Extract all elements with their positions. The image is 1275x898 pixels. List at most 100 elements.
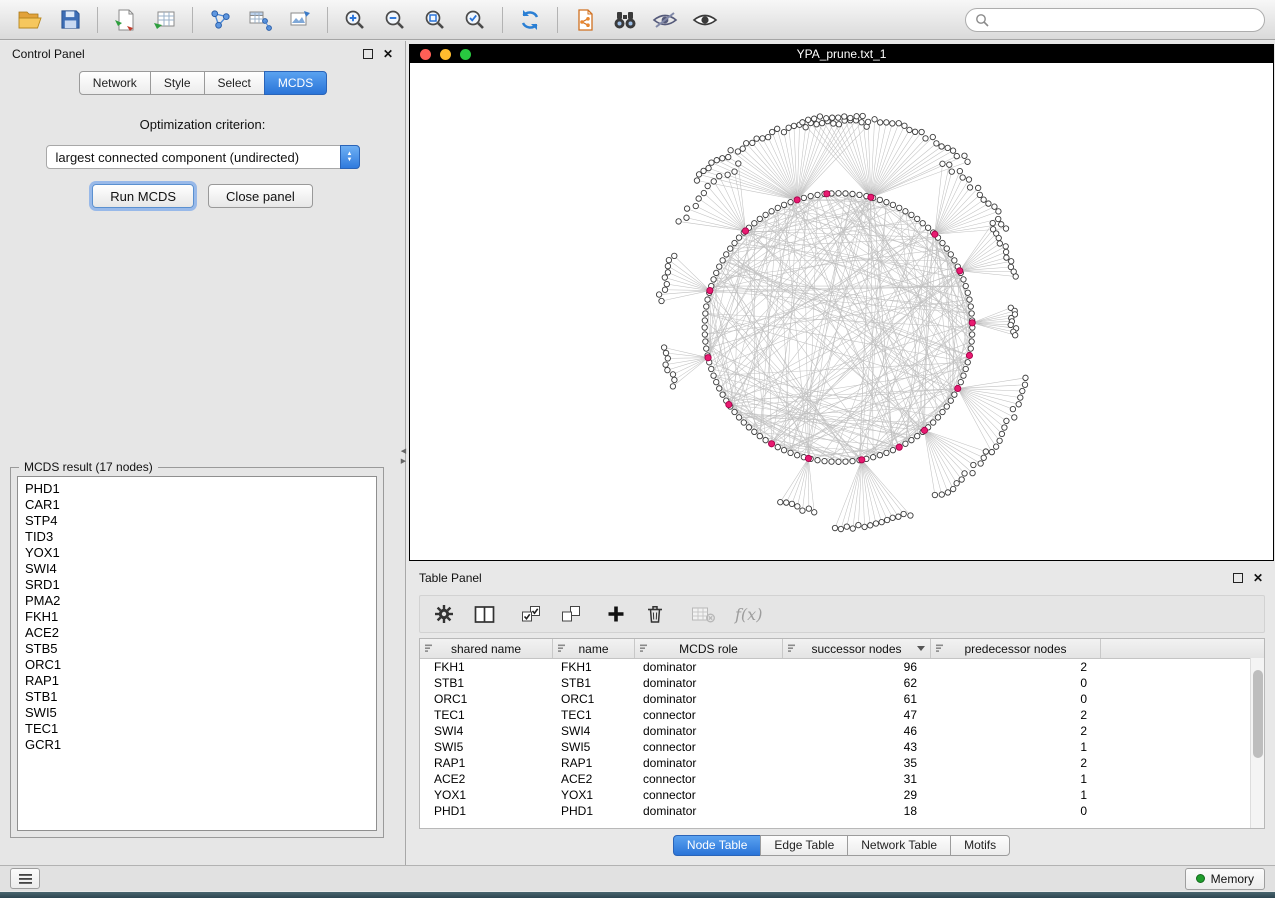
mcds-result-item[interactable]: GCR1 <box>18 737 376 753</box>
zoom-window-button[interactable] <box>460 49 471 60</box>
tab-network-table[interactable]: Network Table <box>847 835 951 856</box>
cytoscape-window: Control Panel ✕ Network Style Select MCD… <box>0 0 1275 898</box>
table-row[interactable]: SWI4SWI4dominator462 <box>420 723 1264 739</box>
select-all-rows-button[interactable] <box>521 605 541 623</box>
column-header-name[interactable]: name <box>553 639 635 658</box>
network-canvas[interactable] <box>410 63 1273 560</box>
mcds-result-item[interactable]: ORC1 <box>18 657 376 673</box>
create-column-button[interactable] <box>607 605 625 623</box>
optimization-criterion-select[interactable]: largest connected component (undirected)… <box>46 145 360 169</box>
scrollbar-thumb[interactable] <box>1253 670 1263 758</box>
zoom-out-button[interactable] <box>375 4 415 36</box>
column-header-predecessor-nodes[interactable]: predecessor nodes <box>931 639 1101 658</box>
optimization-criterion-label: Optimization criterion: <box>0 117 405 132</box>
search-network-button[interactable] <box>605 4 645 36</box>
column-header-shared-name[interactable]: shared name <box>420 639 553 658</box>
import-table-button[interactable] <box>145 4 185 36</box>
zoom-fit-button[interactable] <box>415 4 455 36</box>
open-file-button[interactable] <box>10 4 50 36</box>
run-mcds-button[interactable]: Run MCDS <box>92 184 194 208</box>
table-row[interactable]: PHD1PHD1dominator180 <box>420 803 1264 819</box>
mcds-result-item[interactable]: RAP1 <box>18 673 376 689</box>
tab-motifs[interactable]: Motifs <box>950 835 1010 856</box>
mcds-result-item[interactable]: YOX1 <box>18 545 376 561</box>
table-row[interactable]: SWI5SWI5connector431 <box>420 739 1264 755</box>
show-selection-button[interactable] <box>685 4 725 36</box>
table-row[interactable]: FKH1FKH1dominator962 <box>420 659 1264 675</box>
mcds-result-list[interactable]: PHD1CAR1STP4TID3YOX1SWI4SRD1PMA2FKH1ACE2… <box>17 476 377 831</box>
mcds-result-item[interactable]: CAR1 <box>18 497 376 513</box>
minimize-window-button[interactable] <box>440 49 451 60</box>
table-cell: STB1 <box>553 676 635 690</box>
table-row[interactable]: RAP1RAP1dominator352 <box>420 755 1264 771</box>
zoom-selected-button[interactable] <box>455 4 495 36</box>
show-columns-button[interactable] <box>474 605 495 624</box>
hide-selection-button[interactable] <box>645 4 685 36</box>
mcds-result-item[interactable]: STB5 <box>18 641 376 657</box>
close-panel-icon[interactable]: ✕ <box>383 48 393 60</box>
expand-right-icon[interactable]: ▶ <box>401 458 406 465</box>
mcds-result-item[interactable]: PMA2 <box>18 593 376 609</box>
tab-network[interactable]: Network <box>79 71 151 95</box>
column-header-successor-nodes[interactable]: successor nodes <box>783 639 931 658</box>
toolbar-separator <box>502 7 503 33</box>
mcds-result-item[interactable]: FKH1 <box>18 609 376 625</box>
zoom-in-button[interactable] <box>335 4 375 36</box>
save-session-button[interactable] <box>50 4 90 36</box>
table-scrollbar[interactable] <box>1250 658 1264 828</box>
table-cell: 2 <box>931 724 1101 738</box>
table-cell: 1 <box>931 788 1101 802</box>
table-row[interactable]: ACE2ACE2connector311 <box>420 771 1264 787</box>
export-image-button[interactable] <box>280 4 320 36</box>
close-table-panel-icon[interactable]: ✕ <box>1253 572 1263 584</box>
network-from-table-button[interactable] <box>240 4 280 36</box>
mcds-result-item[interactable]: TID3 <box>18 529 376 545</box>
table-row[interactable]: YOX1YOX1connector291 <box>420 787 1264 803</box>
mcds-result-item[interactable]: SWI5 <box>18 705 376 721</box>
mcds-result-item[interactable]: SWI4 <box>18 561 376 577</box>
close-window-button[interactable] <box>420 49 431 60</box>
table-cell: dominator <box>635 676 783 690</box>
copy-document-button[interactable] <box>565 4 605 36</box>
mcds-result-item[interactable]: TEC1 <box>18 721 376 737</box>
deselect-all-rows-button[interactable] <box>561 605 581 623</box>
new-network-button[interactable] <box>200 4 240 36</box>
mcds-result-item[interactable]: STP4 <box>18 513 376 529</box>
mcds-result-item[interactable]: PHD1 <box>18 481 376 497</box>
tab-node-table[interactable]: Node Table <box>673 835 762 856</box>
function-builder-button[interactable]: f(x) <box>735 605 762 624</box>
mcds-result-item[interactable]: ACE2 <box>18 625 376 641</box>
table-cell: 29 <box>783 788 931 802</box>
table-cell: FKH1 <box>553 660 635 674</box>
mcds-result-item[interactable]: SRD1 <box>18 577 376 593</box>
eye-slash-icon <box>652 10 678 30</box>
delete-column-button[interactable] <box>645 604 665 624</box>
search-input[interactable] <box>995 12 1255 28</box>
show-panel-menu-button[interactable] <box>10 868 40 889</box>
table-cell: 35 <box>783 756 931 770</box>
table-cell: 46 <box>783 724 931 738</box>
table-cell: TEC1 <box>420 708 553 722</box>
column-header-mcds-role[interactable]: MCDS role <box>635 639 783 658</box>
close-panel-button[interactable]: Close panel <box>208 184 313 208</box>
float-panel-icon[interactable] <box>363 49 373 59</box>
float-table-panel-icon[interactable] <box>1233 573 1243 583</box>
memory-button[interactable]: Memory <box>1185 868 1265 890</box>
table-row[interactable]: TEC1TEC1connector472 <box>420 707 1264 723</box>
tab-select[interactable]: Select <box>204 71 265 95</box>
tab-style[interactable]: Style <box>150 71 205 95</box>
table-settings-button[interactable] <box>434 604 454 624</box>
network-title-bar[interactable]: YPA_prune.txt_1 <box>410 45 1273 63</box>
collapse-left-icon[interactable]: ◀ <box>401 448 406 455</box>
table-cell: PHD1 <box>420 804 553 818</box>
search-box[interactable] <box>965 8 1265 32</box>
network-graph[interactable] <box>410 63 1273 560</box>
network-window: YPA_prune.txt_1 <box>409 44 1274 561</box>
tab-edge-table[interactable]: Edge Table <box>760 835 848 856</box>
table-row[interactable]: STB1STB1dominator620 <box>420 675 1264 691</box>
import-network-button[interactable] <box>105 4 145 36</box>
refresh-button[interactable] <box>510 4 550 36</box>
mcds-result-item[interactable]: STB1 <box>18 689 376 705</box>
tab-mcds[interactable]: MCDS <box>264 71 327 95</box>
table-row[interactable]: ORC1ORC1dominator610 <box>420 691 1264 707</box>
